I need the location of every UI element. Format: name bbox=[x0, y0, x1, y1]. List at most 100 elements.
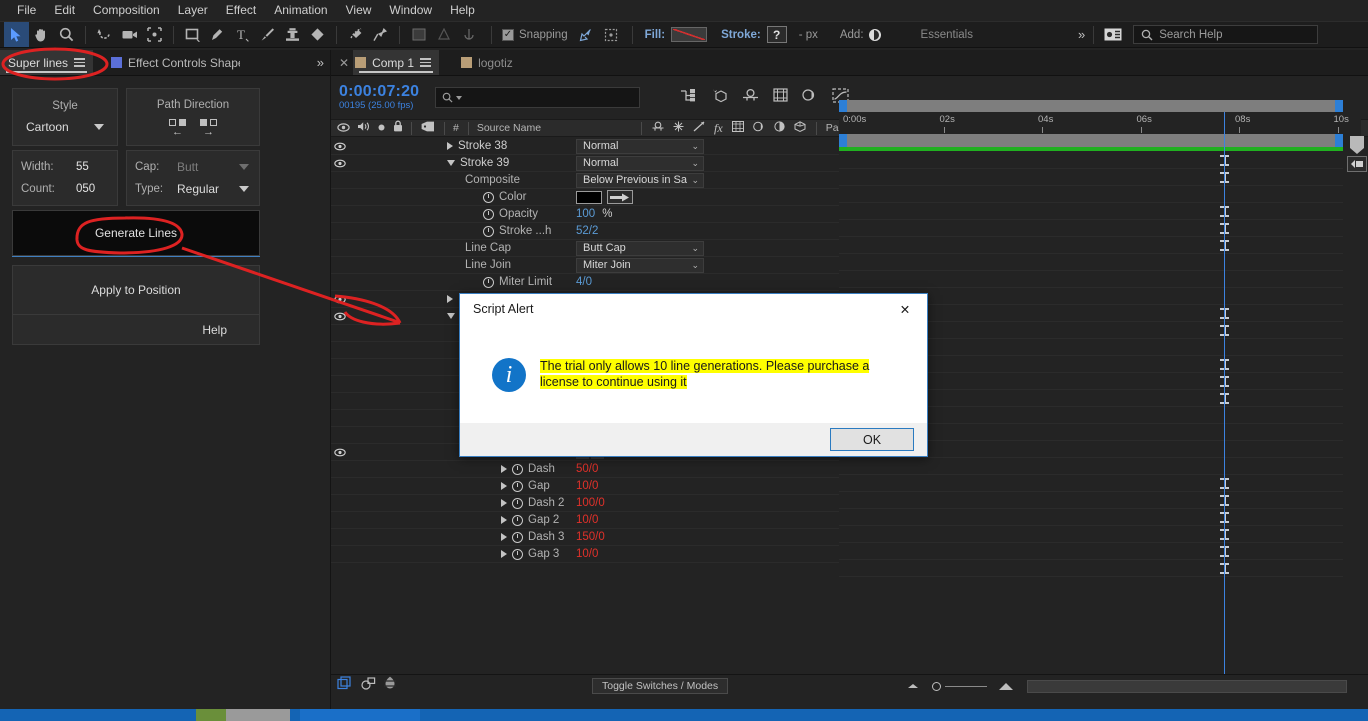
menu-item-view[interactable]: View bbox=[337, 0, 381, 21]
timeline-row[interactable]: Dash 2 100/0 bbox=[331, 495, 839, 512]
twirl-closed-icon[interactable] bbox=[447, 142, 453, 150]
tab-logotiz[interactable]: logotiz bbox=[439, 50, 521, 75]
timeline-row[interactable]: Gap 3 10/0 bbox=[331, 546, 839, 563]
twirl-closed-icon[interactable] bbox=[501, 550, 507, 558]
add-dropdown-icon[interactable] bbox=[868, 28, 881, 41]
timeline-row[interactable]: Miter Limit 4/0 bbox=[331, 274, 839, 291]
timeline-row[interactable]: Stroke 38 Normal ⌄ bbox=[331, 138, 839, 155]
row-value-dropdown[interactable]: Butt Cap ⌄ bbox=[576, 240, 704, 256]
column-header-number[interactable]: # bbox=[453, 122, 459, 134]
eyedropper-icon[interactable] bbox=[607, 190, 633, 204]
count-input[interactable]: 050 bbox=[71, 182, 101, 196]
zoom-tool[interactable] bbox=[54, 22, 79, 47]
row-value[interactable]: 50/0 bbox=[576, 463, 598, 475]
style-dropdown[interactable]: Cartoon bbox=[26, 120, 104, 134]
row-value[interactable]: 100 bbox=[576, 208, 595, 220]
hand-tool[interactable] bbox=[29, 22, 54, 47]
snapping-toggle[interactable]: ✓ Snapping bbox=[502, 28, 568, 41]
twirl-closed-icon[interactable] bbox=[501, 465, 507, 473]
twirl-closed-icon[interactable] bbox=[501, 533, 507, 541]
frame-blend-icon[interactable] bbox=[731, 119, 744, 137]
toggle-switches-modes-button[interactable]: Toggle Switches / Modes bbox=[592, 678, 729, 694]
menu-item-edit[interactable]: Edit bbox=[45, 0, 84, 21]
selection-tool[interactable] bbox=[4, 22, 29, 47]
tab-effect-controls[interactable]: Effect Controls Shape Laye bbox=[93, 50, 248, 75]
pen-tool[interactable] bbox=[205, 22, 230, 47]
current-time-display[interactable]: 0:00:07:20 bbox=[339, 83, 419, 101]
color-swatch[interactable] bbox=[576, 190, 602, 204]
cap-dropdown[interactable]: Butt bbox=[177, 160, 249, 174]
work-area-end[interactable] bbox=[1335, 134, 1343, 147]
timeline-row[interactable]: Gap 10/0 bbox=[331, 478, 839, 495]
adjustment-layer-icon[interactable] bbox=[774, 119, 785, 137]
width-input[interactable]: 55 bbox=[71, 160, 94, 174]
solo-icon[interactable] bbox=[377, 119, 386, 137]
row-value[interactable]: 4/0 bbox=[576, 276, 592, 288]
twirl-closed-icon[interactable] bbox=[447, 295, 453, 303]
composition-mini-flowchart-icon[interactable] bbox=[680, 88, 697, 108]
row-value[interactable]: 100/0 bbox=[576, 497, 605, 509]
fill-swatch[interactable] bbox=[671, 27, 708, 42]
timeline-search-input[interactable] bbox=[435, 87, 641, 108]
row-value-dropdown[interactable]: Normal ⌄ bbox=[576, 138, 704, 154]
three-d-layer-icon[interactable] bbox=[794, 119, 806, 137]
zoom-out-icon[interactable] bbox=[908, 684, 919, 688]
row-value[interactable]: 52/2 bbox=[576, 225, 598, 237]
camera-tool[interactable] bbox=[117, 22, 142, 47]
twirl-open-icon[interactable] bbox=[447, 160, 455, 166]
layer-visibility-toggle[interactable] bbox=[331, 159, 349, 168]
menu-item-effect[interactable]: Effect bbox=[217, 0, 265, 21]
twirl-closed-icon[interactable] bbox=[501, 516, 507, 524]
tab-super-lines[interactable]: Super lines bbox=[0, 50, 94, 75]
stopwatch-icon[interactable] bbox=[512, 497, 523, 509]
shy-switch-icon[interactable] bbox=[652, 119, 664, 137]
layer-switches-icon[interactable] bbox=[361, 676, 376, 696]
panel-expand-icon[interactable]: » bbox=[309, 50, 330, 75]
stopwatch-icon[interactable] bbox=[483, 208, 494, 220]
taskbar-item-3[interactable] bbox=[300, 709, 420, 721]
clone-stamp-tool[interactable] bbox=[280, 22, 305, 47]
timeline-row[interactable]: Line Join Miter Join ⌄ bbox=[331, 257, 839, 274]
motion-blur-switch-icon[interactable] bbox=[752, 119, 765, 137]
time-navigator-end[interactable] bbox=[1335, 100, 1343, 112]
type-tool[interactable]: T bbox=[230, 22, 255, 47]
row-value[interactable]: 10/0 bbox=[576, 514, 598, 526]
timeline-row[interactable]: Composite Below Previous in Sa ⌄ bbox=[331, 172, 839, 189]
row-value-dropdown[interactable]: Normal ⌄ bbox=[576, 155, 704, 171]
path-direction-left-button[interactable]: ← bbox=[169, 118, 186, 137]
row-value-dropdown[interactable]: Below Previous in Sa ⌄ bbox=[576, 172, 704, 188]
tab-comp-1[interactable]: Comp 1 bbox=[353, 50, 440, 75]
time-navigator-bar[interactable] bbox=[839, 100, 1343, 112]
stopwatch-icon[interactable] bbox=[512, 463, 523, 475]
column-header-source-name[interactable]: Source Name bbox=[477, 122, 541, 134]
comp-flowchart-icon[interactable] bbox=[337, 676, 353, 696]
align-icon[interactable] bbox=[431, 22, 456, 47]
snap-arrow-icon[interactable] bbox=[574, 22, 599, 47]
snapping-checkbox[interactable]: ✓ bbox=[502, 28, 514, 41]
lock-icon[interactable] bbox=[393, 119, 403, 137]
audio-icon[interactable] bbox=[357, 119, 370, 137]
zoom-track[interactable] bbox=[945, 685, 988, 687]
stopwatch-icon[interactable] bbox=[483, 225, 494, 237]
twirl-open-icon[interactable] bbox=[447, 313, 455, 319]
stopwatch-icon[interactable] bbox=[512, 548, 523, 560]
workspace-overflow-icon[interactable]: » bbox=[1078, 27, 1085, 42]
twirl-closed-icon[interactable] bbox=[501, 499, 507, 507]
layer-visibility-toggle[interactable] bbox=[331, 142, 349, 151]
timeline-row[interactable]: Dash 3 150/0 bbox=[331, 529, 839, 546]
timeline-scrollbar[interactable] bbox=[1027, 679, 1348, 693]
taskbar-item-1[interactable] bbox=[196, 709, 226, 721]
type-dropdown[interactable]: Regular bbox=[177, 182, 249, 196]
stopwatch-icon[interactable] bbox=[512, 480, 523, 492]
zoom-knob[interactable] bbox=[932, 681, 942, 691]
zoom-in-icon[interactable] bbox=[999, 682, 1014, 690]
collapse-transform-icon[interactable] bbox=[673, 119, 684, 137]
brush-tool[interactable] bbox=[255, 22, 280, 47]
apply-to-position-button[interactable]: Apply to Position bbox=[12, 265, 260, 315]
frame-blending-icon[interactable] bbox=[773, 88, 788, 107]
twirl-closed-icon[interactable] bbox=[501, 482, 507, 490]
anchor-icon[interactable] bbox=[456, 22, 481, 47]
layer-visibility-toggle[interactable] bbox=[331, 312, 349, 321]
menu-item-animation[interactable]: Animation bbox=[265, 0, 336, 21]
zoom-slider[interactable] bbox=[908, 681, 1014, 691]
